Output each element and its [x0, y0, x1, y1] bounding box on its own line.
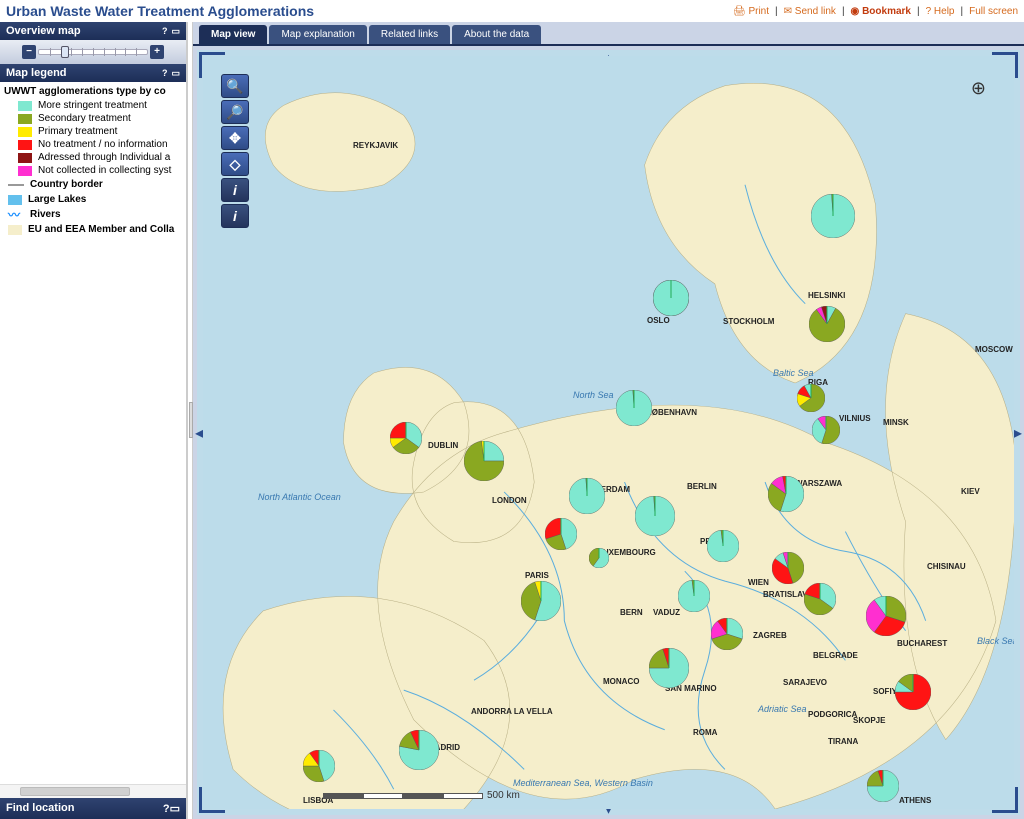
eu-swatch-icon	[8, 225, 22, 235]
tabs: Map viewMap explanationRelated linksAbou…	[193, 22, 1024, 46]
pie-greece[interactable]	[867, 770, 899, 802]
main-area: Map viewMap explanationRelated linksAbou…	[193, 22, 1024, 819]
print-link[interactable]: 🖨 Print	[733, 6, 769, 17]
swatch-icon	[18, 101, 32, 111]
scalebar-label: 500 km	[487, 790, 520, 801]
tab-links[interactable]: Related links	[369, 25, 450, 44]
legend-border: Country border	[4, 177, 186, 192]
expand-icon[interactable]: ▭	[170, 803, 180, 815]
sidebar: Overview map ?▭ − + Map legend ?▭ UWWT a…	[0, 22, 187, 819]
pie-germany[interactable]	[635, 496, 675, 536]
basemap	[203, 56, 1014, 809]
map-canvas[interactable]: 🔍 🔎 ✥ ◇ i i ⊕ North SeaNorth Atlantic Oc…	[203, 56, 1014, 809]
help-icon[interactable]: ?	[162, 26, 168, 37]
pie-denmark[interactable]	[616, 390, 652, 426]
pie-france[interactable]	[521, 581, 561, 621]
pie-slovenia[interactable]	[711, 618, 743, 650]
pie-norway[interactable]	[653, 280, 689, 316]
pie-portugal[interactable]	[303, 750, 335, 782]
legend-item: More stringent treatment	[4, 99, 186, 112]
map-toolbar: 🔍 🔎 ✥ ◇ i i	[221, 74, 249, 228]
swatch-icon	[18, 166, 32, 176]
pan-right-button[interactable]: ▸	[1013, 422, 1022, 443]
swatch-icon	[18, 114, 32, 124]
legend-item: Secondary treatment	[4, 112, 186, 125]
pie-hungary[interactable]	[772, 552, 804, 584]
swatch-icon	[18, 140, 32, 150]
pie-finland-n[interactable]	[811, 194, 855, 238]
top-links: 🖨 Print| ✉ Send link| ◉ Bookmark| ? Help…	[733, 6, 1018, 17]
find-location-title: Find location	[6, 802, 74, 815]
tab-view[interactable]: Map view	[199, 25, 267, 44]
collapse-icon[interactable]: ▭	[171, 68, 180, 79]
pie-slovakia[interactable]	[804, 583, 836, 615]
legend-lakes: Large Lakes	[4, 192, 186, 207]
zoom-in-button[interactable]: +	[150, 45, 164, 59]
legend-group-title: UWWT agglomerations type by co	[4, 84, 186, 99]
rivers-wave-icon: 〰	[8, 211, 24, 219]
scalebar: 500 km	[323, 790, 520, 801]
overview-title: Overview map	[6, 25, 162, 37]
pie-luxembourg[interactable]	[589, 548, 609, 568]
border-line-icon	[8, 184, 24, 186]
fullscreen-link[interactable]: Full screen	[969, 6, 1018, 17]
swatch-icon	[18, 127, 32, 137]
pie-romania[interactable]	[866, 596, 906, 636]
zoom-slider[interactable]	[38, 49, 148, 55]
legend-item: No treatment / no information	[4, 138, 186, 151]
legend-item-label: Secondary treatment	[38, 113, 131, 124]
pie-ireland[interactable]	[390, 422, 422, 454]
pie-czech[interactable]	[707, 530, 739, 562]
legend-item-label: Primary treatment	[38, 126, 117, 137]
tab-expl[interactable]: Map explanation	[269, 25, 366, 44]
pie-latvia[interactable]	[797, 384, 825, 412]
send-link[interactable]: ✉ Send link	[784, 6, 836, 17]
tool-zoom-out[interactable]: 🔎	[221, 100, 249, 124]
pie-uk[interactable]	[464, 441, 504, 481]
help-icon[interactable]: ?	[163, 803, 170, 815]
pie-lithuania[interactable]	[812, 416, 840, 444]
pie-sweden-s[interactable]	[809, 306, 845, 342]
swatch-icon	[18, 153, 32, 163]
overview-zoom-bar: − +	[0, 40, 186, 64]
pie-belgium[interactable]	[545, 518, 577, 550]
pie-italy[interactable]	[649, 648, 689, 688]
help-icon[interactable]: ?	[162, 68, 168, 79]
pie-poland[interactable]	[768, 476, 804, 512]
tool-identify[interactable]: ◇	[221, 152, 249, 176]
tool-layers[interactable]: i	[221, 204, 249, 228]
legend-item-label: More stringent treatment	[38, 100, 147, 111]
tool-pan[interactable]: ✥	[221, 126, 249, 150]
legend-body: UWWT agglomerations type by co More stri…	[0, 82, 186, 784]
pie-bulgaria[interactable]	[895, 674, 931, 710]
help-link[interactable]: ? Help	[926, 6, 955, 17]
legend-item: Primary treatment	[4, 125, 186, 138]
legend-rivers: 〰 Rivers	[4, 207, 186, 222]
sidebar-hscrollbar[interactable]	[0, 784, 186, 798]
legend-item: Not collected in collecting syst	[4, 164, 186, 177]
bookmark-link[interactable]: ◉ Bookmark	[851, 6, 911, 17]
collapse-icon[interactable]: ▭	[171, 26, 180, 37]
legend-title: Map legend	[6, 67, 162, 79]
tab-about[interactable]: About the data	[452, 25, 541, 44]
legend-item-label: Adressed through Individual a	[38, 152, 170, 163]
tool-info[interactable]: i	[221, 178, 249, 202]
find-location-header[interactable]: Find location ?▭	[0, 798, 186, 819]
full-extent-icon[interactable]: ⊕	[971, 78, 986, 99]
page-title: Urban Waste Water Treatment Agglomeratio…	[6, 3, 314, 19]
overview-header[interactable]: Overview map ?▭	[0, 22, 186, 40]
legend-header[interactable]: Map legend ?▭	[0, 64, 186, 82]
map-viewport[interactable]: ▴ ▾ ◂ ▸	[193, 46, 1024, 819]
legend-item-label: Not collected in collecting syst	[38, 165, 171, 176]
pie-spain[interactable]	[399, 730, 439, 770]
legend-item-label: No treatment / no information	[38, 139, 168, 150]
pie-netherlands[interactable]	[569, 478, 605, 514]
legend-eu: EU and EEA Member and Colla	[4, 222, 186, 237]
legend-item: Adressed through Individual a	[4, 151, 186, 164]
lakes-swatch-icon	[8, 195, 22, 205]
zoom-out-button[interactable]: −	[22, 45, 36, 59]
pie-austria[interactable]	[678, 580, 710, 612]
zoom-thumb[interactable]	[61, 46, 69, 58]
tool-zoom-in[interactable]: 🔍	[221, 74, 249, 98]
